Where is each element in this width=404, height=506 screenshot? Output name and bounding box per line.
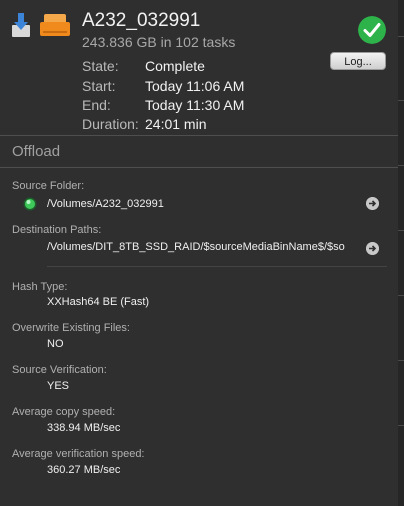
reveal-arrow-icon[interactable]	[366, 197, 379, 210]
source-verification-label: Source Verification:	[12, 364, 107, 376]
task-title: A232_032991	[82, 10, 201, 31]
list-row-separator	[398, 295, 404, 296]
destination-divider	[47, 266, 387, 267]
end-value: Today 11:30 AM	[145, 97, 245, 113]
task-detail-panel: A232_032991 243.836 GB in 102 tasks Log.…	[0, 0, 399, 506]
start-value: Today 11:06 AM	[145, 78, 245, 94]
header-divider	[0, 135, 398, 136]
reveal-arrow-icon[interactable]	[366, 242, 379, 255]
checkmark-icon	[358, 16, 386, 44]
list-row-separator	[398, 36, 404, 37]
list-row-separator	[398, 425, 404, 426]
source-verification-value: YES	[47, 380, 70, 392]
state-value: Complete	[145, 58, 205, 74]
destination-path-value[interactable]: /Volumes/DIT_8TB_SSD_RAID/$sourceMediaBi…	[47, 241, 345, 253]
overwrite-label: Overwrite Existing Files:	[12, 322, 130, 334]
section-title: Offload	[12, 143, 61, 160]
section-divider	[0, 167, 398, 168]
end-label: End:	[82, 97, 111, 113]
copy-speed-label: Average copy speed:	[12, 406, 116, 418]
download-icon	[12, 13, 30, 37]
list-row-separator	[398, 100, 404, 101]
destination-paths-label: Destination Paths:	[12, 224, 102, 236]
copy-speed-value: 338.94 MB/sec	[47, 422, 121, 434]
hash-type-label: Hash Type:	[12, 281, 68, 293]
list-edge-strip	[398, 0, 404, 506]
drive-icon	[40, 14, 70, 36]
list-row-separator	[398, 360, 404, 361]
start-label: Start:	[82, 78, 116, 94]
source-folder-label: Source Folder:	[12, 180, 85, 192]
verification-speed-value: 360.27 MB/sec	[47, 464, 121, 476]
list-row-separator	[398, 230, 404, 231]
task-summary: 243.836 GB in 102 tasks	[82, 34, 236, 50]
overwrite-value: NO	[47, 338, 64, 350]
duration-label: Duration:	[82, 116, 139, 132]
source-folder-value[interactable]: /Volumes/A232_032991	[47, 198, 164, 210]
task-header: A232_032991 243.836 GB in 102 tasks Log.…	[0, 0, 398, 133]
verification-speed-label: Average verification speed:	[12, 448, 145, 460]
log-button[interactable]: Log...	[330, 52, 386, 70]
status-led-icon	[23, 197, 37, 211]
state-label: State:	[82, 58, 119, 74]
list-row-separator	[398, 165, 404, 166]
duration-value: 24:01 min	[145, 116, 207, 132]
hash-type-value: XXHash64 BE (Fast)	[47, 296, 150, 308]
